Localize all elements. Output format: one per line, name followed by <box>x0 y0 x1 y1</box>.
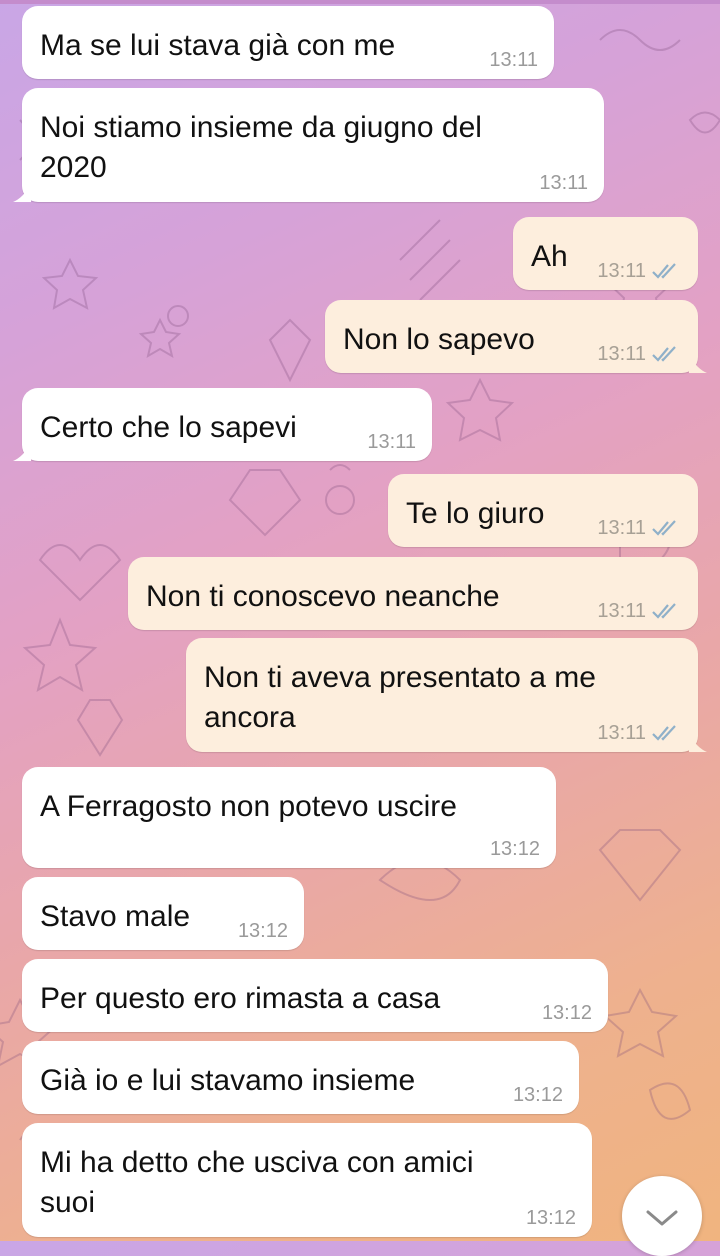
message-bubble-incoming[interactable]: A Ferragosto non potevo uscire 13:12 <box>22 767 556 868</box>
scroll-down-button[interactable] <box>622 1176 702 1256</box>
message-time: 13:11 <box>367 431 416 453</box>
message-bubble-incoming[interactable]: Ma se lui stava già con me 13:11 <box>22 6 554 79</box>
message-bubble-outgoing[interactable]: Te lo giuro 13:11 <box>388 474 698 547</box>
message-bubble-incoming[interactable]: Già io e lui stavamo insieme 13:12 <box>22 1041 579 1114</box>
double-check-icon <box>652 520 676 536</box>
message-text: Noi stiamo insieme da giugno del 2020 <box>40 111 482 184</box>
bubble-tail <box>13 443 31 461</box>
message-text: Ma se lui stava già con me <box>40 29 396 62</box>
message-time: 13:11 <box>597 343 646 365</box>
double-check-icon <box>652 346 676 362</box>
message-time: 13:12 <box>512 1084 563 1106</box>
top-edge <box>0 0 720 4</box>
message-time: 13:12 <box>525 1207 576 1229</box>
message-bubble-incoming[interactable]: Noi stiamo insieme da giugno del 2020 13… <box>13 88 604 202</box>
message-bubble-outgoing[interactable]: Non ti conoscevo neanche 13:11 <box>128 557 698 630</box>
message-bubble-outgoing[interactable]: Ah 13:11 <box>513 217 698 290</box>
message-text: Certo che lo sapevi <box>40 411 297 444</box>
double-check-icon <box>652 603 676 619</box>
message-time: 13:11 <box>597 722 646 744</box>
bubble-tail <box>13 184 31 202</box>
bubble-tail <box>689 734 707 752</box>
message-text: Già io e lui stavamo insieme <box>40 1064 416 1097</box>
message-text: A Ferragosto non potevo uscire <box>40 790 457 823</box>
message-time: 13:11 <box>539 172 588 194</box>
message-time: 13:12 <box>489 838 540 860</box>
message-bubble-incoming[interactable]: Mi ha detto che usciva con amici suoi 13… <box>22 1123 592 1237</box>
message-time: 13:12 <box>541 1002 592 1024</box>
message-text: Per questo ero rimasta a casa <box>40 982 441 1015</box>
double-check-icon <box>652 725 676 741</box>
message-bubble-incoming[interactable]: Per questo ero rimasta a casa 13:12 <box>22 959 608 1032</box>
chevron-down-icon <box>646 1210 678 1226</box>
message-time: 13:12 <box>237 920 288 942</box>
double-check-icon <box>652 263 676 279</box>
message-text: Mi ha detto che usciva con amici suoi <box>40 1146 474 1219</box>
message-time: 13:11 <box>597 517 646 539</box>
message-bubble-incoming[interactable]: Certo che lo sapevi 13:11 <box>13 388 432 461</box>
bubble-tail <box>689 355 707 373</box>
message-bubble-outgoing[interactable]: Non lo sapevo 13:11 <box>325 300 707 373</box>
message-bubble-outgoing[interactable]: Non ti aveva presentato a me ancora 13:1… <box>186 638 707 752</box>
message-bubble-incoming[interactable]: Stavo male 13:12 <box>22 877 304 950</box>
message-time: 13:11 <box>489 49 538 71</box>
message-time: 13:11 <box>597 260 646 282</box>
message-time: 13:11 <box>597 600 646 622</box>
